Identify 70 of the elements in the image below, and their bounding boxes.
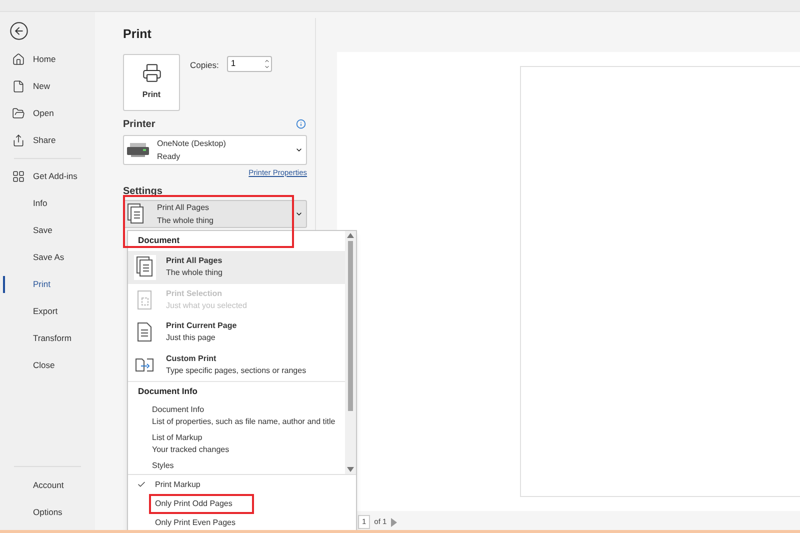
print-button[interactable]: Print (123, 54, 180, 111)
option-title: Custom Print (166, 352, 218, 365)
nav-item[interactable]: Save As (12, 251, 64, 264)
back-icon[interactable] (9, 21, 29, 41)
section-heading: Document (138, 235, 180, 245)
printer-status: Ready (157, 150, 182, 163)
nav-item[interactable]: Home (12, 53, 56, 66)
up-icon[interactable] (264, 58, 270, 64)
next-page-icon[interactable] (390, 518, 397, 526)
nav-item[interactable]: Print (12, 278, 50, 291)
option-description: The whole thing (166, 267, 222, 280)
printer-icon (142, 63, 162, 84)
nav-item[interactable]: New (12, 80, 50, 93)
nav-item[interactable]: Save (12, 224, 52, 237)
printer-name: OneNote (Desktop) (157, 138, 227, 150)
menu-option[interactable]: Only Print Even Pages (151, 514, 240, 530)
print-range-dropdown[interactable]: Print All Pages The whole thing (123, 200, 307, 228)
share-icon (12, 134, 25, 147)
menu-option[interactable]: Print All Pages The whole thing (128, 251, 345, 284)
nav-item[interactable]: Info (12, 197, 48, 210)
menu-option[interactable]: Document Info List of properties, such as file name, author and title (128, 402, 345, 430)
option-description: The whole thing (157, 215, 214, 227)
menu-option[interactable]: Print Current Page Just this page (128, 316, 345, 348)
option-title: Print Selection (166, 288, 224, 300)
grid-icon (12, 170, 25, 183)
nav-item[interactable]: Share (12, 134, 56, 147)
pages-icon (136, 256, 154, 278)
scroll-down-icon[interactable] (347, 467, 354, 472)
nav-item[interactable]: Get Add-ins (12, 170, 78, 183)
nav-item[interactable]: Close (12, 359, 55, 372)
option-title: Document Info (152, 404, 206, 416)
scrollbar[interactable] (345, 231, 356, 474)
scroll-up-icon[interactable] (347, 233, 354, 238)
option-description: Just what you selected (166, 300, 247, 312)
nav-item[interactable]: Open (12, 107, 54, 120)
printer-dropdown[interactable]: OneNote (Desktop) Ready (123, 134, 307, 165)
folder-icon (12, 107, 25, 120)
selection-icon (136, 288, 154, 311)
section-heading: Document Info (138, 386, 198, 396)
nav-item[interactable]: Options (12, 506, 62, 519)
printer-device-icon (127, 142, 149, 157)
menu-option[interactable]: Print Markup (151, 476, 204, 492)
document-icon (12, 80, 25, 93)
copies-label: Copies: (190, 58, 219, 72)
nav-item[interactable]: Transform (12, 332, 72, 345)
menu-option[interactable]: List of Markup Your tracked changes (128, 430, 345, 458)
page-title: Print (123, 26, 152, 43)
nav-item[interactable]: Export (12, 305, 58, 318)
nav-item[interactable]: Account (12, 479, 64, 492)
page-icon (136, 321, 154, 344)
option-description: Your tracked changes (152, 444, 230, 456)
copies-field[interactable]: 1 (226, 56, 272, 72)
home-icon (12, 53, 25, 66)
option-description: Type specific pages, sections or ranges (166, 364, 306, 377)
section-heading: Printer (123, 118, 156, 132)
option-description: Just this page (166, 332, 216, 344)
option-title: Print Current Page (166, 320, 237, 332)
option-title: Styles (152, 460, 175, 472)
menu-option[interactable]: Styles (128, 458, 345, 474)
option-title: Print All Pages (166, 255, 222, 268)
menu-option[interactable]: Custom Print Type specific pages, sections or ranges (128, 348, 345, 381)
option-title: List of Markup (152, 432, 204, 444)
pages-icon (127, 203, 145, 225)
section-heading: Settings (123, 185, 164, 199)
chevron-down-icon (295, 210, 303, 218)
info-icon[interactable] (296, 119, 306, 130)
option-title: Print All Pages (157, 202, 210, 214)
option-description: List of properties, such as file name, author and title (152, 416, 336, 428)
menu-option[interactable]: Only Print Odd Pages (151, 496, 252, 512)
down-icon[interactable] (264, 64, 270, 70)
